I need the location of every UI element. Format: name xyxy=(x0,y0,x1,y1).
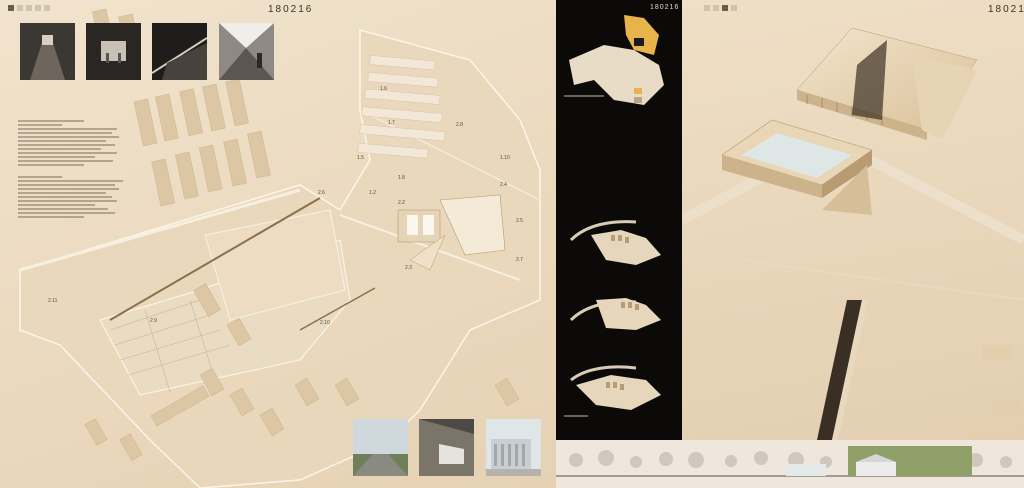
plan-label: 2.2 xyxy=(398,200,405,206)
caption-line xyxy=(564,415,588,417)
site-plan-drawing xyxy=(19,8,541,488)
interior-photo-3 xyxy=(152,23,207,80)
phase-diagram-1 xyxy=(569,220,661,265)
exterior-photo-1 xyxy=(353,419,408,476)
elevation-strip xyxy=(556,440,1024,488)
plan-label: 1.7 xyxy=(388,120,395,126)
elevation-drawing xyxy=(556,440,1024,488)
exterior-photo-2 xyxy=(419,419,474,476)
plan-label: 1.5 xyxy=(357,155,364,161)
caption-line xyxy=(564,95,604,97)
interior-photo-2 xyxy=(86,23,141,80)
plan-label: 1.2 xyxy=(369,190,376,196)
location-map xyxy=(569,15,664,105)
plan-label: 2.3 xyxy=(405,265,412,271)
plan-label: 2.4 xyxy=(500,182,507,188)
aerial-model-view xyxy=(682,27,1024,440)
site-plan-panel: 180216 1.6 1.7 1.8 2.8 1.5 1.10 2.4 1.2 … xyxy=(0,0,556,488)
plan-label: 2.11 xyxy=(48,298,58,304)
plan-label: 1.6 xyxy=(380,86,387,92)
plan-label: 2.10 xyxy=(320,320,330,326)
plan-label: 1.8 xyxy=(398,175,405,181)
phase-diagram-2 xyxy=(569,298,661,330)
model-render-panel: 180216 xyxy=(682,0,1024,488)
legend-swatch xyxy=(634,97,642,103)
phase-diagram-3 xyxy=(570,365,661,410)
exterior-photo-3 xyxy=(486,419,541,476)
plan-label: 1.10 xyxy=(500,155,510,161)
plan-label: 2.5 xyxy=(516,218,523,224)
plan-label: 2.8 xyxy=(456,122,463,128)
legend-text xyxy=(18,118,128,220)
phases-panel: 180216 xyxy=(556,0,682,488)
interior-photo-4 xyxy=(219,23,274,80)
plan-label: 2.7 xyxy=(516,257,523,263)
plan-label: 2.9 xyxy=(150,318,157,324)
interior-photo-1 xyxy=(20,23,75,80)
plan-label: 2.6 xyxy=(318,190,325,196)
legend-swatch xyxy=(634,88,642,94)
